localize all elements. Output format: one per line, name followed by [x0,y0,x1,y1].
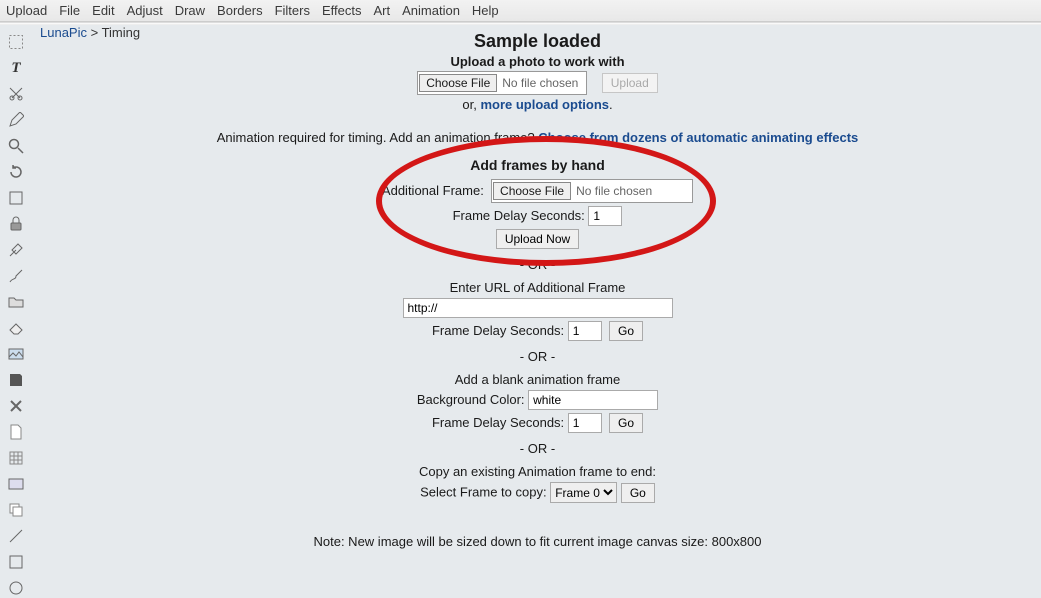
menu-item-adjust[interactable]: Adjust [127,3,163,18]
scissors-icon[interactable] [6,84,26,104]
delay-input-3[interactable] [568,413,602,433]
bg-color-label: Background Color: [417,392,525,407]
add-frames-heading: Add frames by hand [34,157,1041,173]
url-heading: Enter URL of Additional Frame [34,280,1041,295]
pencil-icon[interactable] [6,110,26,130]
page-icon[interactable] [6,422,26,442]
main-file-input[interactable]: Choose File No file chosen [417,71,587,95]
or-text: or, [462,97,480,112]
menu-item-borders[interactable]: Borders [217,3,263,18]
eyedropper-icon[interactable] [6,240,26,260]
go-button-copy[interactable]: Go [621,483,655,503]
additional-frame-label: Additional Frame: [382,183,484,198]
brush-icon[interactable] [6,266,26,286]
copy-heading: Copy an existing Animation frame to end: [34,464,1041,479]
delay-label-1: Frame Delay Seconds: [453,208,585,223]
upload-button[interactable]: Upload [602,73,658,93]
or-sep-2: - OR - [34,349,1041,364]
blank-heading: Add a blank animation frame [34,372,1041,387]
additional-choose-button[interactable]: Choose File [493,182,571,200]
choose-file-button[interactable]: Choose File [419,74,497,92]
frame-select[interactable]: Frame 0 [550,482,617,503]
menu-item-art[interactable]: Art [373,3,390,18]
bg-color-input[interactable] [528,390,658,410]
text-icon[interactable]: T [6,58,26,78]
period: . [609,97,613,112]
line-icon[interactable] [6,526,26,546]
menu-item-help[interactable]: Help [472,3,499,18]
circle-icon[interactable] [6,578,26,598]
or-sep-1: - OR - [34,257,1041,272]
url-input[interactable] [403,298,673,318]
go-button-blank[interactable]: Go [609,413,643,433]
crop-icon[interactable] [6,188,26,208]
delay-input-2[interactable] [568,321,602,341]
upload-subtitle: Upload a photo to work with [34,54,1041,69]
eraser-icon[interactable] [6,318,26,338]
anim-req-text: Animation required for timing. Add an an… [217,130,539,145]
save-icon[interactable] [6,370,26,390]
copy-icon[interactable] [6,500,26,520]
picture-icon[interactable] [6,344,26,364]
additional-frame-file-input[interactable]: Choose File No file chosen [491,179,693,203]
select-frame-label: Select Frame to copy: [420,485,546,500]
menu-item-upload[interactable]: Upload [6,3,47,18]
go-button-url[interactable]: Go [609,321,643,341]
delay-label-3: Frame Delay Seconds: [432,415,564,430]
menu-item-effects[interactable]: Effects [322,3,362,18]
rotate-icon[interactable] [6,162,26,182]
select-rect-icon[interactable] [6,32,26,52]
or-sep-3: - OR - [34,441,1041,456]
left-toolbox: T [0,28,32,598]
additional-no-file-text: No file chosen [572,184,692,198]
menu-separator [0,22,1041,25]
canvas-note: Note: New image will be sized down to fi… [34,534,1041,549]
close-icon[interactable] [6,396,26,416]
auto-effects-link[interactable]: Choose from dozens of automatic animatin… [538,130,858,145]
lock-icon[interactable] [6,214,26,234]
menu-item-edit[interactable]: Edit [92,3,114,18]
delay-label-2: Frame Delay Seconds: [432,323,564,338]
menu-item-filters[interactable]: Filters [275,3,310,18]
menu-item-animation[interactable]: Animation [402,3,460,18]
sample-title: Sample loaded [34,31,1041,52]
more-upload-options-link[interactable]: more upload options [480,97,609,112]
folder-icon[interactable] [6,292,26,312]
image2-icon[interactable] [6,474,26,494]
hatch-icon[interactable] [6,448,26,468]
menu-item-file[interactable]: File [59,3,80,18]
delay-input-1[interactable] [588,206,622,226]
square-icon[interactable] [6,552,26,572]
main-content: Sample loaded Upload a photo to work wit… [34,28,1041,558]
magnifier-icon[interactable] [6,136,26,156]
menu-item-draw[interactable]: Draw [175,3,205,18]
upload-now-button[interactable]: Upload Now [496,229,579,249]
no-file-text: No file chosen [498,76,586,90]
menu-bar: Upload File Edit Adjust Draw Borders Fil… [0,0,1041,22]
